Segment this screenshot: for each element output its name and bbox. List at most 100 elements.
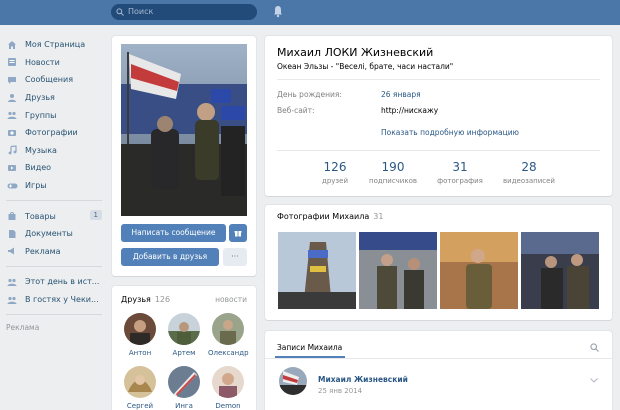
search-icon[interactable] [590, 343, 599, 352]
menu-divider [6, 266, 102, 268]
menu-item-ads[interactable]: Реклама [6, 243, 106, 261]
post-author-name[interactable]: Михаил Жизневский [318, 375, 408, 384]
divider [277, 150, 600, 151]
photos-title: Фотографии Михаила [277, 212, 370, 221]
menu-item-video[interactable]: Видео [6, 159, 106, 177]
gift-button[interactable] [229, 224, 247, 242]
profile-photo[interactable] [121, 44, 247, 216]
menu-item-label: Новости [25, 57, 60, 67]
menu-divider [6, 314, 102, 316]
add-friend-button[interactable]: Добавить в друзья [121, 248, 219, 266]
profile-status[interactable]: Океан Эльзы - "Веселі, брате, часи наста… [277, 62, 453, 71]
menu-footer-ads-link[interactable]: Реклама [6, 323, 106, 332]
friend-item[interactable]: Артем [164, 313, 204, 357]
menu-item-friends[interactable]: Друзья [6, 89, 106, 107]
people-icon [6, 295, 18, 305]
menu-item-music[interactable]: Музыка [6, 142, 106, 160]
birthday-value[interactable]: 26 января [381, 90, 421, 99]
menu-item-label: Игры [25, 181, 47, 191]
friend-name: Сергей [126, 402, 154, 410]
website-label: Веб-сайт: [277, 106, 315, 115]
friend-item[interactable]: Demon [208, 366, 248, 410]
search-input[interactable]: Поиск [111, 4, 257, 20]
friend-name: Инга [175, 402, 193, 410]
avatar [124, 366, 156, 398]
stat-label: фотография [437, 177, 483, 185]
photo-thumbnail[interactable] [521, 232, 599, 309]
avatar [212, 366, 244, 398]
menu-item-my-page[interactable]: Моя Страница [6, 36, 106, 54]
stat-videos[interactable]: 28 видеозаписей [494, 160, 564, 185]
profile-photo-card: Написать сообщение Добавить в друзья ··· [112, 36, 256, 276]
goods-icon [6, 211, 18, 221]
stat-followers[interactable]: 190 подписчиков [358, 160, 428, 185]
menu-item-label: Друзья [25, 93, 55, 103]
menu-divider [6, 200, 102, 202]
friend-item[interactable]: Олександр [208, 313, 249, 357]
goods-count-badge: 1 [89, 210, 102, 221]
website-value[interactable]: http://нискажу [381, 106, 438, 115]
send-message-label: Написать сообщение [131, 228, 216, 237]
stat-number: 28 [521, 160, 537, 174]
stat-label: подписчиков [369, 177, 417, 185]
menu-item-label: Музыка [25, 145, 57, 155]
tab-wall-posts[interactable]: Записи Михаила [277, 343, 342, 352]
menu-item-label: Этот день в ист... [25, 277, 100, 287]
news-icon [6, 57, 18, 67]
menu-item-label: Видео [25, 163, 52, 173]
post-date[interactable]: 25 янв 2014 [318, 387, 362, 395]
stat-number: 31 [452, 160, 468, 174]
menu-item-label: Группы [25, 110, 57, 120]
menu-item-label: Фотографии [25, 128, 78, 138]
avatar [168, 313, 200, 345]
menu-item-goods[interactable]: Товары 1 [6, 207, 106, 225]
more-actions-button[interactable]: ··· [223, 248, 247, 266]
menu-item-guests[interactable]: В гостях у Чеки... [6, 291, 106, 309]
avatar [212, 313, 244, 345]
profile-info-card: Михаил ЛОКИ Жизневский Океан Эльзы - "Ве… [265, 36, 612, 196]
menu-item-games[interactable]: Игры [6, 177, 106, 195]
photo-thumbnail[interactable] [278, 232, 356, 309]
photo-thumbnail[interactable] [359, 232, 437, 309]
games-icon [6, 181, 18, 191]
stat-label: видеозаписей [503, 177, 555, 185]
photos-card: Фотографии Михаила 31 [265, 205, 612, 320]
stat-number: 190 [381, 160, 405, 174]
add-friend-label: Добавить в друзья [132, 252, 208, 261]
menu-item-label: Документы [25, 229, 73, 239]
chevron-down-icon[interactable] [590, 378, 598, 383]
people-icon [6, 277, 18, 287]
avatar[interactable] [279, 367, 307, 395]
photo-thumbnail[interactable] [440, 232, 518, 309]
friend-item[interactable]: Сергей [120, 366, 160, 410]
friends-news-link[interactable]: новости [215, 295, 247, 304]
home-icon [6, 40, 18, 50]
menu-item-documents[interactable]: Документы [6, 225, 106, 243]
bell-icon[interactable] [273, 5, 283, 18]
avatar [124, 313, 156, 345]
photos-count: 31 [373, 212, 384, 221]
photos-header[interactable]: Фотографии Михаила 31 [277, 212, 383, 221]
menu-item-photos[interactable]: Фотографии [6, 124, 106, 142]
friend-item[interactable]: Инга [164, 366, 204, 410]
profile-name: Михаил ЛОКИ Жизневский [277, 46, 434, 59]
messages-icon [6, 75, 18, 85]
top-bar: Поиск [0, 0, 620, 25]
friend-name: Антон [128, 349, 152, 357]
menu-item-groups[interactable]: Группы [6, 106, 106, 124]
menu-item-news[interactable]: Новости [6, 54, 106, 72]
friend-item[interactable]: Антон [120, 313, 160, 357]
friend-name: Олександр [208, 349, 249, 357]
send-message-button[interactable]: Написать сообщение [121, 224, 226, 242]
friends-header[interactable]: Друзья 126 [121, 295, 170, 304]
menu-item-this-day[interactable]: Этот день в ист... [6, 273, 106, 291]
friends-card: Друзья 126 новости Антон Артем Олександр … [112, 286, 256, 410]
friends-count: 126 [154, 295, 171, 304]
groups-icon [6, 110, 18, 120]
menu-item-messages[interactable]: Сообщения [6, 71, 106, 89]
stat-photos[interactable]: 31 фотография [425, 160, 495, 185]
wall-card: Записи Михаила Михаил Жизневский 25 янв … [265, 331, 612, 410]
show-details-link[interactable]: Показать подробную информацию [381, 128, 519, 137]
video-icon [6, 163, 18, 173]
menu-item-label: В гостях у Чеки... [25, 295, 99, 305]
